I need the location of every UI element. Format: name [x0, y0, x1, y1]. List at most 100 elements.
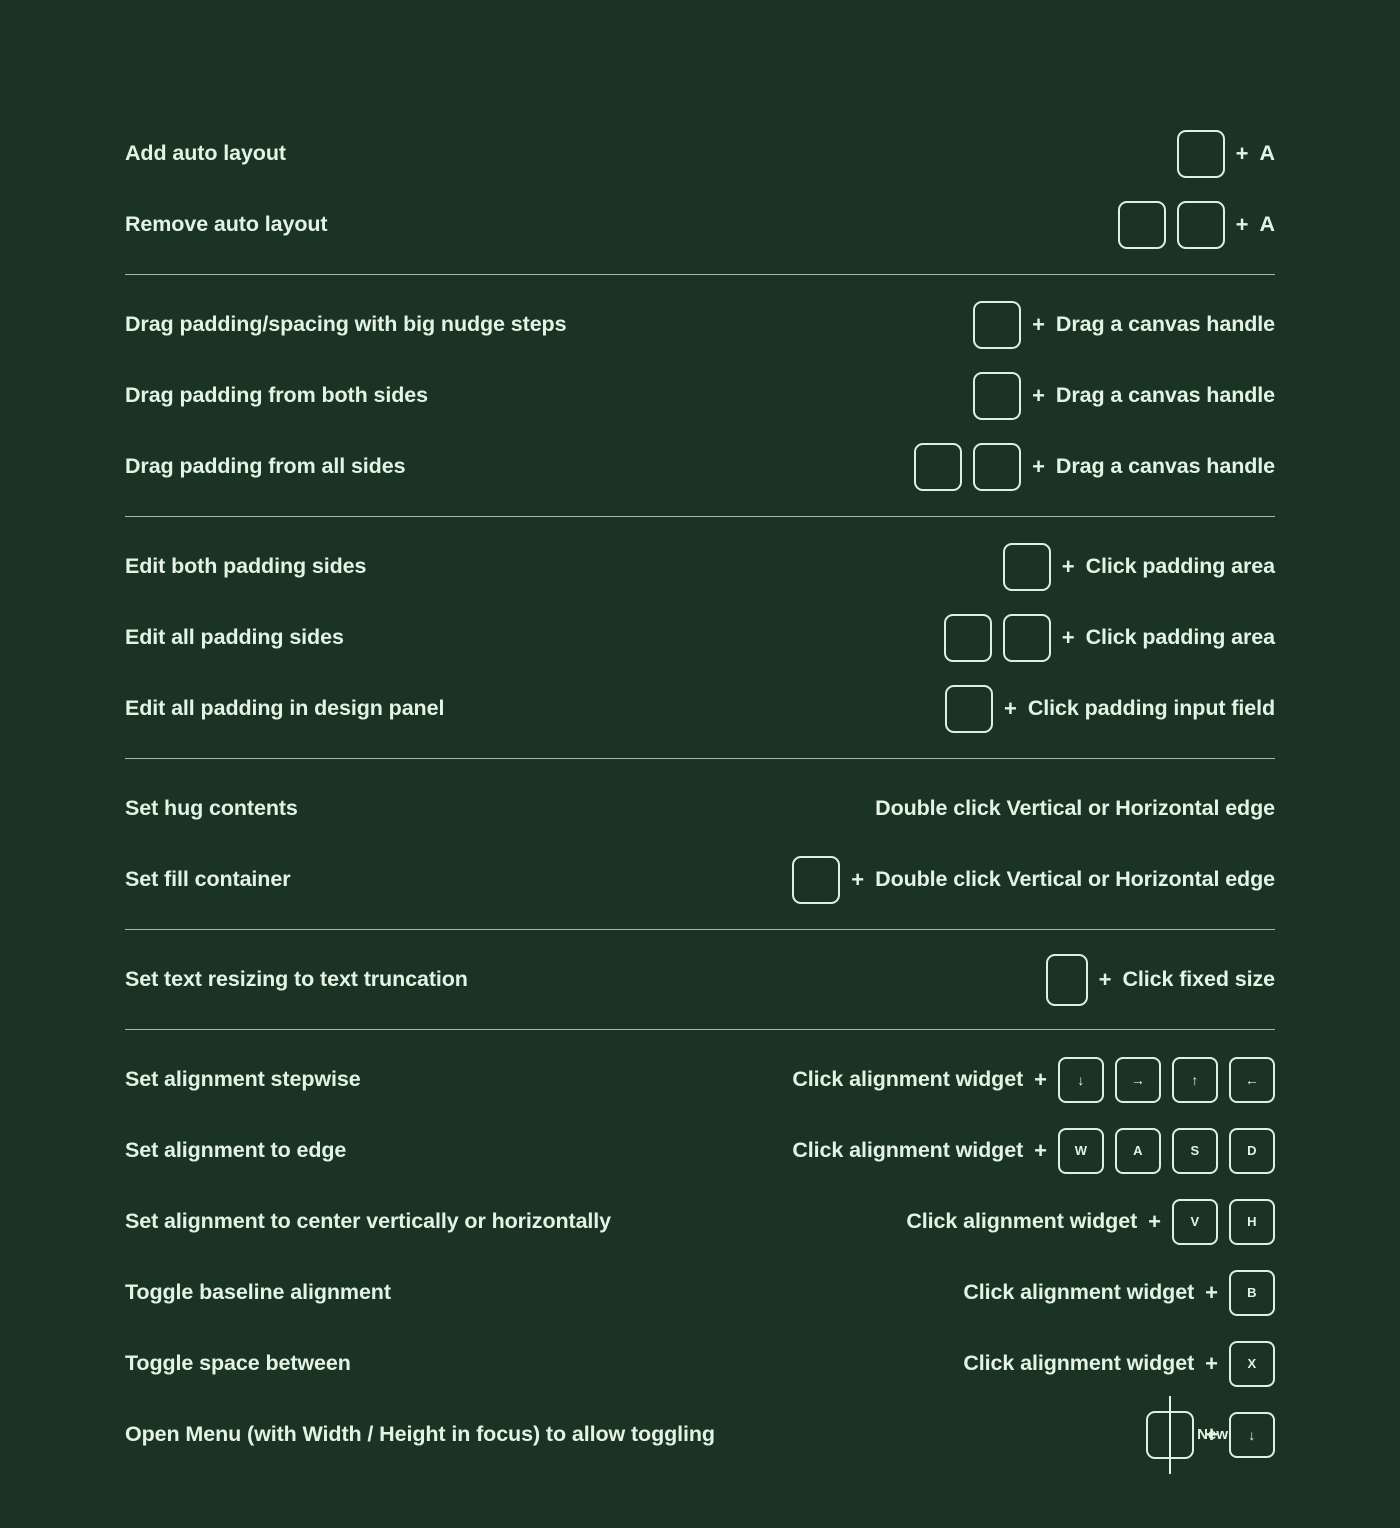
action-text: Click padding input field: [1027, 696, 1275, 720]
key-group: [1045, 953, 1088, 1006]
row-shortcut: Click alignment widget + V H: [906, 1198, 1275, 1245]
row-label: Set alignment stepwise: [125, 1067, 361, 1091]
plus-symbol: +: [1034, 1137, 1047, 1163]
key-arrow-left[interactable]: ←: [1229, 1056, 1275, 1103]
row-shortcut: + Double click Vertical or Horizontal ed…: [792, 855, 1275, 904]
action-text: Click fixed size: [1122, 967, 1275, 991]
shortcut-row-edit-all-padding-design-panel: Edit all padding in design panel + Click…: [125, 673, 1275, 744]
modifier-key[interactable]: [792, 855, 841, 904]
section-divider: [125, 1029, 1275, 1030]
key-v[interactable]: V: [1172, 1198, 1218, 1245]
group-auto-layout: Add auto layout + A Remove auto layout +…: [125, 118, 1275, 260]
modifier-key[interactable]: [945, 684, 993, 733]
key-group: [945, 684, 993, 733]
row-label: Set text resizing to text truncation: [125, 967, 468, 991]
key-arrow-right[interactable]: →: [1115, 1056, 1161, 1103]
row-label: Add auto layout: [125, 141, 286, 165]
key-a[interactable]: A: [1115, 1127, 1161, 1174]
plus-symbol: +: [851, 866, 865, 892]
key-arrow-down[interactable]: ↓: [1058, 1056, 1104, 1103]
plus-symbol: +: [1032, 311, 1045, 337]
row-shortcut: + Drag a canvas handle: [973, 300, 1275, 349]
modifier-key[interactable]: [973, 442, 1022, 491]
action-text: Drag a canvas handle: [1055, 312, 1275, 336]
shortcut-row-add-auto-layout: Add auto layout + A: [125, 118, 1275, 189]
modifier-key[interactable]: [973, 371, 1022, 420]
key-group: [1117, 200, 1225, 249]
row-shortcut: Click alignment widget + ↓ → ↑ ←: [792, 1056, 1275, 1103]
row-label: Set alignment to edge: [125, 1138, 347, 1162]
modifier-key[interactable]: [1002, 542, 1051, 591]
key-group: [973, 371, 1022, 420]
key-group: [943, 613, 1051, 662]
modifier-key[interactable]: [973, 300, 1022, 349]
pre-action-text: Click alignment widget: [792, 1067, 1024, 1091]
pre-action-text: Click alignment widget: [963, 1280, 1195, 1304]
row-shortcut: Double click Vertical or Horizontal edge: [875, 796, 1275, 821]
row-label: Drag padding from both sides: [125, 383, 428, 407]
plus-symbol: +: [1235, 140, 1249, 166]
new-badge: New: [1197, 1426, 1228, 1443]
new-badge-wrap: New: [1168, 1395, 1228, 1474]
key-d[interactable]: D: [1229, 1127, 1275, 1174]
modifier-key[interactable]: [914, 442, 963, 491]
modifier-key[interactable]: [1045, 953, 1088, 1006]
group-drag-padding: Drag padding/spacing with big nudge step…: [125, 289, 1275, 502]
action-text: Click padding area: [1085, 554, 1275, 578]
plus-symbol: +: [1205, 1350, 1218, 1376]
key-b[interactable]: B: [1229, 1269, 1275, 1316]
modifier-key[interactable]: [1117, 200, 1166, 249]
row-label: Edit all padding sides: [125, 625, 344, 649]
row-label: Drag padding from all sides: [125, 454, 406, 478]
key-letter-a: A: [1259, 212, 1275, 236]
pre-action-text: Click alignment widget: [963, 1351, 1195, 1375]
modifier-key[interactable]: [943, 613, 992, 662]
group-resizing: Set hug contents Double click Vertical o…: [125, 773, 1275, 915]
shortcut-cheatsheet: Add auto layout + A Remove auto layout +…: [0, 0, 1400, 1528]
key-x[interactable]: X: [1229, 1340, 1275, 1387]
pre-action-text: Click alignment widget: [792, 1138, 1024, 1162]
row-label: Set alignment to center vertically or ho…: [125, 1209, 612, 1233]
row-shortcut: + Drag a canvas handle: [914, 442, 1275, 491]
shortcut-row-set-alignment-center: Set alignment to center vertically or ho…: [125, 1186, 1275, 1257]
modifier-key[interactable]: [1002, 613, 1051, 662]
row-shortcut: Click alignment widget + W A S D: [792, 1127, 1275, 1174]
row-label: Toggle space between: [125, 1351, 351, 1375]
key-h[interactable]: H: [1229, 1198, 1275, 1245]
section-divider: [125, 274, 1275, 275]
row-shortcut: + Drag a canvas handle: [973, 371, 1275, 420]
plus-symbol: +: [1148, 1208, 1161, 1234]
row-label: Drag padding/spacing with big nudge step…: [125, 312, 567, 336]
group-edit-padding: Edit both padding sides + Click padding …: [125, 531, 1275, 744]
row-shortcut: Click alignment widget + X: [963, 1340, 1275, 1387]
top-spacer: [125, 0, 1275, 118]
vertical-divider: [1168, 1395, 1172, 1474]
key-group: W A S D: [1058, 1127, 1275, 1174]
key-group: [1002, 542, 1051, 591]
key-s[interactable]: S: [1172, 1127, 1218, 1174]
key-arrow-down[interactable]: ↓: [1229, 1411, 1275, 1458]
action-text: Drag a canvas handle: [1055, 454, 1275, 478]
key-group: [973, 300, 1022, 349]
plus-symbol: +: [1235, 211, 1249, 237]
section-divider: [125, 516, 1275, 517]
modifier-key[interactable]: [1176, 200, 1225, 249]
shortcut-row-set-hug-contents: Set hug contents Double click Vertical o…: [125, 773, 1275, 844]
key-w[interactable]: W: [1058, 1127, 1104, 1174]
shortcut-row-set-alignment-stepwise: Set alignment stepwise Click alignment w…: [125, 1044, 1275, 1115]
plus-symbol: +: [1032, 382, 1045, 408]
key-arrow-up[interactable]: ↑: [1172, 1056, 1218, 1103]
row-shortcut: + A: [1176, 129, 1275, 178]
row-shortcut: + Click padding area: [943, 613, 1275, 662]
row-label: Edit both padding sides: [125, 554, 367, 578]
plus-symbol: +: [1061, 553, 1075, 579]
key-group: [914, 442, 1022, 491]
group-alignment: Set alignment stepwise Click alignment w…: [125, 1044, 1275, 1474]
key-group: B: [1229, 1269, 1275, 1316]
shortcut-row-drag-padding-all-sides: Drag padding from all sides + Drag a can…: [125, 431, 1275, 502]
row-label: Toggle baseline alignment: [125, 1280, 391, 1304]
modifier-key[interactable]: [1176, 129, 1225, 178]
shortcut-row-remove-auto-layout: Remove auto layout + A: [125, 189, 1275, 260]
key-group: [1176, 129, 1225, 178]
plus-symbol: +: [1004, 695, 1017, 721]
